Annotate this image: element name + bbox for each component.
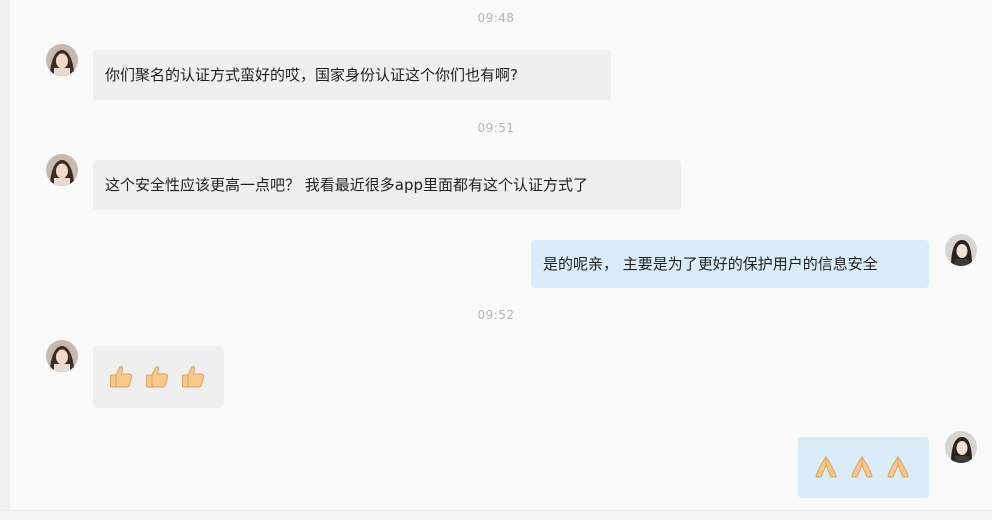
left-panel-edge bbox=[0, 0, 10, 519]
contact-avatar[interactable] bbox=[46, 154, 78, 186]
message-bubble-incoming[interactable]: 这个安全性应该更高一点吧？ 我看最近很多app里面都有这个认证方式了 bbox=[93, 160, 681, 210]
self-avatar[interactable] bbox=[945, 431, 977, 463]
contact-avatar[interactable] bbox=[46, 340, 78, 372]
timestamp: 09:48 bbox=[477, 11, 515, 25]
message-bubble-outgoing[interactable]: 是的呢亲， 主要是为了更好的保护用户的信息安全 bbox=[531, 240, 929, 288]
chat-window: 09:48 你们聚名的认证方式蛮好的哎，国家身份认证这个你们也有啊? 09:51… bbox=[0, 0, 992, 520]
thumbs-up-icon bbox=[182, 366, 205, 388]
pray-hands-icon bbox=[851, 455, 873, 478]
thumbs-up-icon bbox=[110, 366, 133, 388]
self-avatar[interactable] bbox=[945, 234, 977, 266]
pray-hands-icon bbox=[887, 455, 909, 478]
contact-avatar[interactable] bbox=[46, 44, 78, 76]
message-bubble-incoming[interactable] bbox=[93, 346, 224, 408]
message-bubble-outgoing[interactable] bbox=[798, 437, 929, 498]
pray-hands-icon bbox=[815, 455, 837, 478]
timestamp: 09:51 bbox=[477, 121, 515, 135]
thumbs-up-icon bbox=[146, 366, 169, 388]
timestamp: 09:52 bbox=[477, 308, 515, 322]
message-bubble-incoming[interactable]: 你们聚名的认证方式蛮好的哎，国家身份认证这个你们也有啊? bbox=[93, 50, 611, 100]
